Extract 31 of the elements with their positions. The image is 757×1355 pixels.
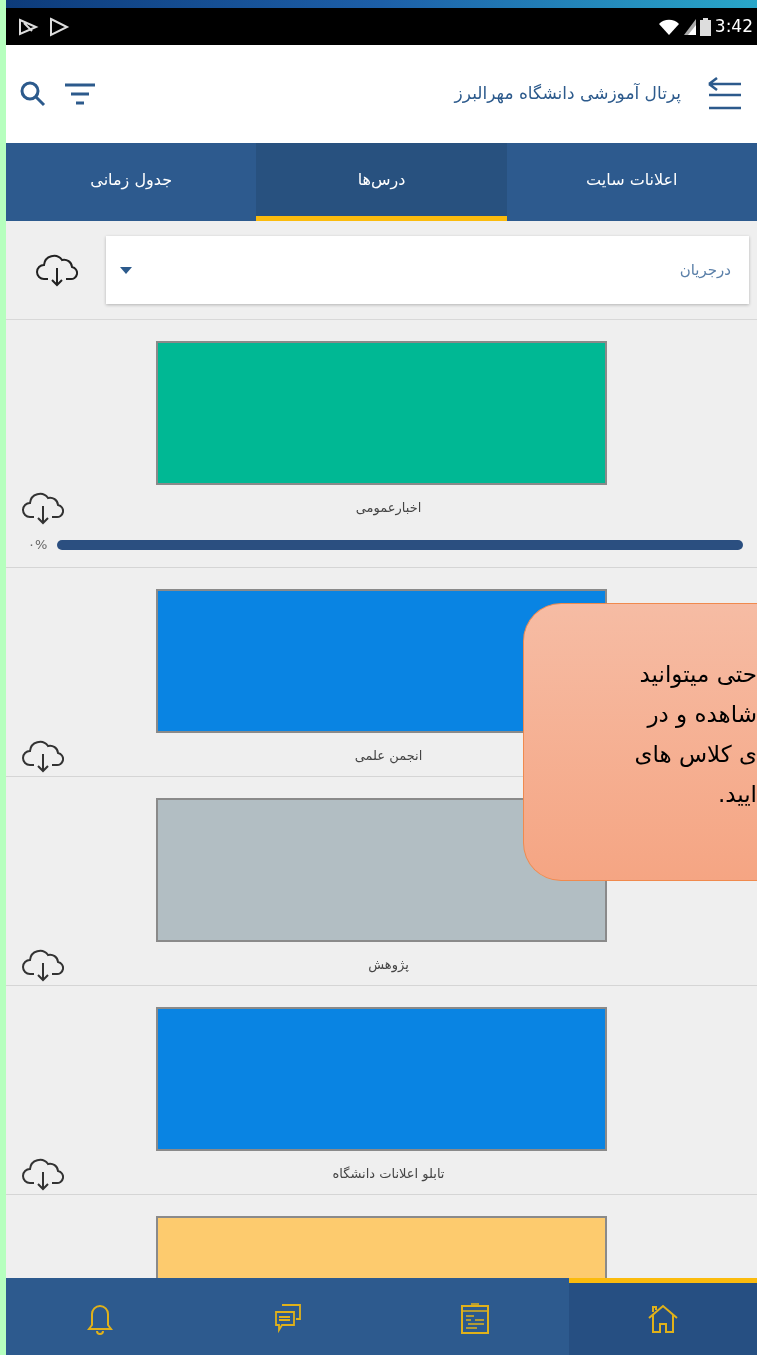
- notification-icon: [18, 16, 40, 37]
- menu-icon[interactable]: [707, 77, 743, 111]
- cloud-download-icon[interactable]: [22, 491, 64, 525]
- course-thumbnail[interactable]: [156, 341, 607, 485]
- clock-time: 3:42: [714, 14, 753, 38]
- course-title: پژوهش: [368, 956, 409, 975]
- home-tab[interactable]: [569, 1278, 757, 1355]
- battery-icon: [699, 17, 711, 36]
- signal-icon: [683, 18, 696, 35]
- course-title: اخبارعمومی: [355, 499, 422, 518]
- cloud-download-icon[interactable]: [22, 948, 64, 982]
- wifi-icon: [657, 18, 680, 35]
- tab[interactable]: اعلانات سایت: [506, 143, 757, 221]
- progress-reading: ۰%: [28, 536, 48, 554]
- cloud-download-icon[interactable]: [22, 1157, 64, 1191]
- filter-icon[interactable]: [64, 83, 96, 105]
- cloud-download-icon[interactable]: [22, 739, 64, 773]
- course-thumbnail[interactable]: [156, 1216, 607, 1278]
- search-icon[interactable]: [20, 81, 46, 107]
- status-dropdown[interactable]: درجریان: [106, 236, 749, 304]
- play-store-icon: [48, 16, 70, 37]
- course-thumbnail[interactable]: [156, 1007, 607, 1151]
- tab[interactable]: جدول زمانی: [6, 143, 257, 221]
- app-title: پرتال آموزشی دانشگاه مهرالبرز: [454, 82, 681, 106]
- caret-icon: [120, 266, 132, 274]
- cloud-download-icon[interactable]: [36, 253, 78, 287]
- course-thumbnail[interactable]: [156, 798, 607, 942]
- hint-tooltip: حتی میتوانید شاهده و در ی کلاس های ایید.: [523, 603, 757, 881]
- course-title: انجمن علمی: [354, 747, 423, 766]
- tab[interactable]: درس‌ها: [256, 143, 507, 221]
- course-title: تابلو اعلانات دانشگاه: [332, 1165, 445, 1184]
